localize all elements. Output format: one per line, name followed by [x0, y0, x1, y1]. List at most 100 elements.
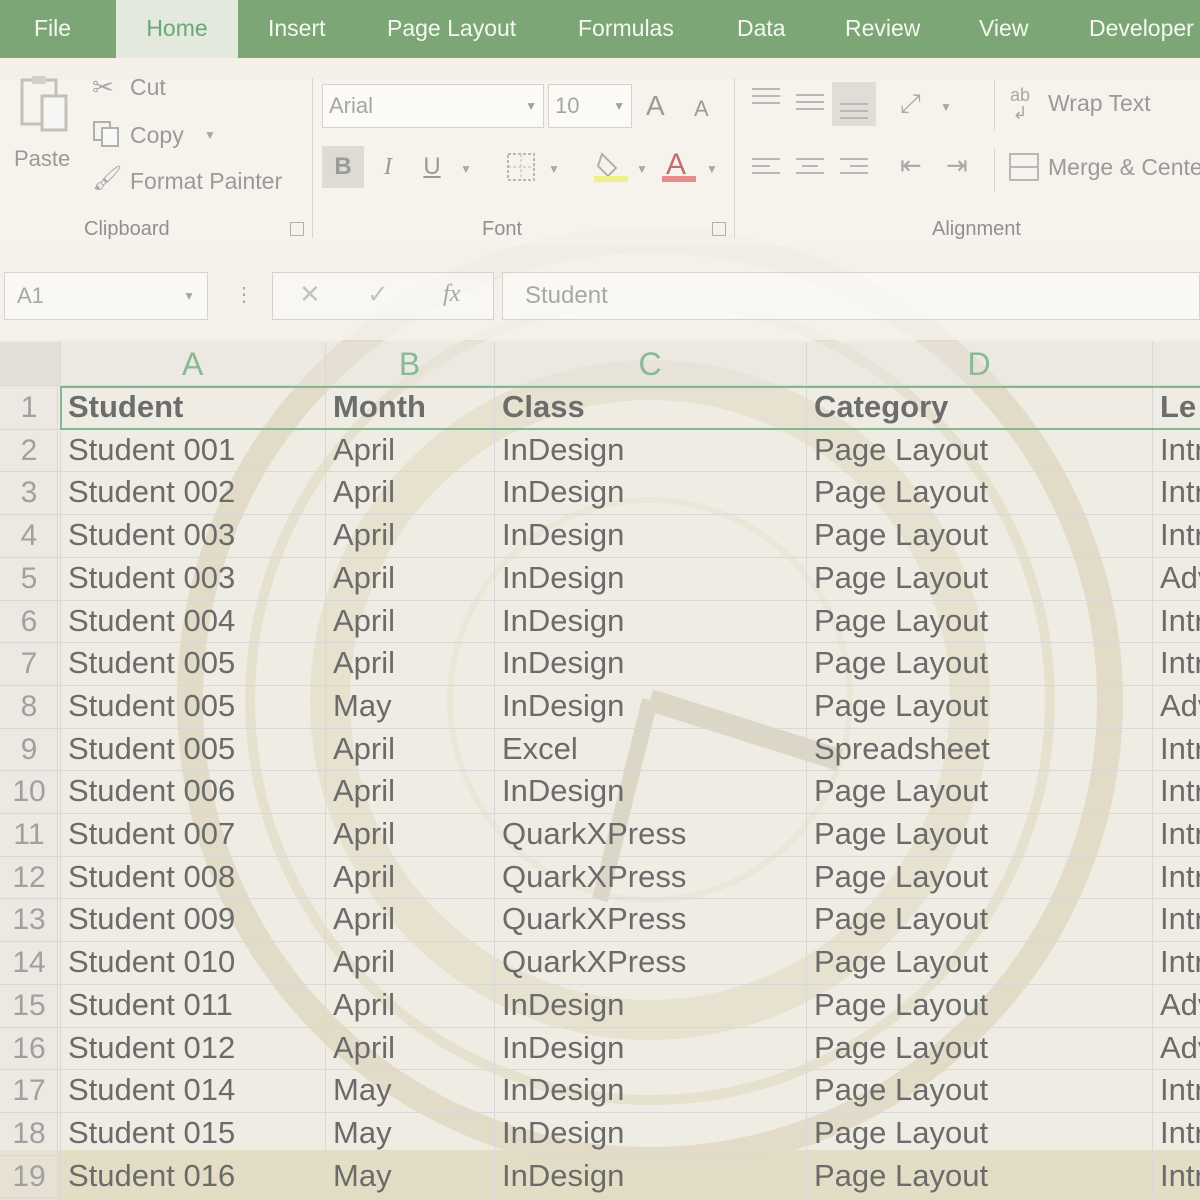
chevron-down-icon[interactable]: ▼ [706, 162, 718, 176]
underline-button[interactable]: U [420, 146, 444, 188]
table-cell[interactable]: Intr [1160, 770, 1200, 812]
table-cell[interactable]: Student 016 [68, 1155, 325, 1197]
table-cell[interactable]: QuarkXPress [502, 856, 806, 898]
row-header[interactable]: 16 [0, 1027, 58, 1070]
table-cell[interactable]: Page Layout [814, 898, 1152, 940]
table-cell[interactable]: April [333, 898, 494, 940]
table-cell[interactable]: Page Layout [814, 770, 1152, 812]
table-cell[interactable]: QuarkXPress [502, 813, 806, 855]
align-left-icon[interactable] [750, 156, 782, 180]
table-cell[interactable]: Page Layout [814, 557, 1152, 599]
table-cell[interactable]: Page Layout [814, 1027, 1152, 1069]
table-cell[interactable]: Page Layout [814, 813, 1152, 855]
table-cell[interactable]: Page Layout [814, 856, 1152, 898]
tab-developer[interactable]: Developer [1089, 0, 1194, 58]
table-cell[interactable]: Page Layout [814, 1112, 1152, 1154]
table-cell[interactable]: Student 003 [68, 557, 325, 599]
chevron-down-icon[interactable]: ▼ [636, 162, 648, 176]
table-cell[interactable]: April [333, 1027, 494, 1069]
row-header[interactable]: 7 [0, 642, 58, 685]
table-cell[interactable]: InDesign [502, 1112, 806, 1154]
table-cell[interactable]: InDesign [502, 984, 806, 1026]
font-launcher-icon[interactable] [712, 222, 726, 236]
table-cell[interactable]: InDesign [502, 557, 806, 599]
wrap-text-button[interactable]: ab ↲ Wrap Text [1010, 86, 1200, 126]
shrink-font-icon[interactable]: A [694, 96, 709, 122]
row-header[interactable]: 19 [0, 1155, 58, 1198]
chevron-down-icon[interactable]: ▼ [460, 162, 472, 176]
table-cell[interactable]: Adv [1160, 984, 1200, 1026]
tab-page-layout[interactable]: Page Layout [387, 0, 516, 58]
table-cell[interactable]: InDesign [502, 600, 806, 642]
table-cell[interactable]: Student 002 [68, 471, 325, 513]
table-cell[interactable]: May [333, 1155, 494, 1197]
row-header[interactable]: 14 [0, 941, 58, 984]
table-cell[interactable]: May [333, 1112, 494, 1154]
italic-button[interactable]: I [376, 146, 400, 188]
table-cell[interactable]: InDesign [502, 429, 806, 471]
table-cell[interactable]: Intr [1160, 728, 1200, 770]
tab-view[interactable]: View [979, 0, 1028, 58]
table-cell[interactable]: Student 011 [68, 984, 325, 1026]
table-cell[interactable]: QuarkXPress [502, 898, 806, 940]
increase-indent-icon[interactable]: ⇥ [946, 150, 968, 181]
chevron-down-icon[interactable]: ▼ [940, 100, 952, 114]
row-header[interactable]: 8 [0, 685, 58, 728]
table-cell[interactable]: April [333, 642, 494, 684]
table-cell[interactable]: Student 004 [68, 600, 325, 642]
top-align-icon[interactable] [750, 86, 782, 110]
table-cell[interactable]: Intr [1160, 856, 1200, 898]
font-name-select[interactable]: Arial ▼ [322, 84, 544, 128]
row-header[interactable]: 6 [0, 600, 58, 643]
row-header[interactable]: 17 [0, 1069, 58, 1112]
table-cell[interactable]: April [333, 728, 494, 770]
table-cell[interactable]: April [333, 813, 494, 855]
table-cell[interactable]: May [333, 685, 494, 727]
table-cell[interactable]: April [333, 770, 494, 812]
row-header[interactable]: 12 [0, 856, 58, 899]
table-cell[interactable]: InDesign [502, 1155, 806, 1197]
row-header[interactable]: 13 [0, 898, 58, 941]
row-header[interactable]: 3 [0, 471, 58, 514]
merge-center-button[interactable]: Merge & Center [1008, 148, 1200, 190]
row-header[interactable]: 1 [0, 386, 58, 429]
font-size-select[interactable]: 10 ▼ [548, 84, 632, 128]
tab-review[interactable]: Review [845, 0, 920, 58]
tab-formulas[interactable]: Formulas [578, 0, 674, 58]
table-cell[interactable]: Page Layout [814, 1069, 1152, 1111]
align-center-icon[interactable] [794, 156, 826, 180]
table-cell[interactable]: May [333, 1069, 494, 1111]
column-header-a[interactable]: A [60, 342, 325, 386]
table-cell[interactable]: Student 005 [68, 728, 325, 770]
borders-icon[interactable] [506, 152, 536, 182]
table-cell[interactable]: InDesign [502, 471, 806, 513]
table-cell[interactable]: Page Layout [814, 429, 1152, 471]
table-cell[interactable]: InDesign [502, 770, 806, 812]
column-header-d[interactable]: D [806, 342, 1152, 386]
table-cell[interactable]: Student 005 [68, 685, 325, 727]
row-header[interactable]: 5 [0, 557, 58, 600]
table-cell[interactable]: InDesign [502, 642, 806, 684]
table-cell[interactable]: Adv [1160, 557, 1200, 599]
table-cell[interactable]: Intr [1160, 471, 1200, 513]
decrease-indent-icon[interactable]: ⇤ [900, 150, 922, 181]
row-header[interactable]: 4 [0, 514, 58, 557]
table-cell[interactable]: Student 005 [68, 642, 325, 684]
clipboard-launcher-icon[interactable] [290, 222, 304, 236]
table-cell[interactable]: Intr [1160, 1155, 1200, 1197]
middle-align-icon[interactable] [794, 92, 826, 116]
name-box[interactable]: A1 ▼ [4, 272, 208, 320]
tab-insert[interactable]: Insert [268, 0, 326, 58]
format-painter-button[interactable]: 🖌 Format Painter [92, 164, 302, 200]
table-cell[interactable]: InDesign [502, 1027, 806, 1069]
row-header[interactable]: 15 [0, 984, 58, 1027]
table-cell[interactable]: Page Layout [814, 685, 1152, 727]
table-cell[interactable]: Adv [1160, 1027, 1200, 1069]
table-cell[interactable]: Page Layout [814, 514, 1152, 556]
table-cell[interactable]: Intr [1160, 429, 1200, 471]
copy-dropdown-icon[interactable]: ▼ [204, 128, 216, 142]
table-cell[interactable]: April [333, 856, 494, 898]
table-cell[interactable]: Student 009 [68, 898, 325, 940]
table-cell[interactable]: April [333, 557, 494, 599]
formula-input[interactable]: Student [502, 272, 1200, 320]
